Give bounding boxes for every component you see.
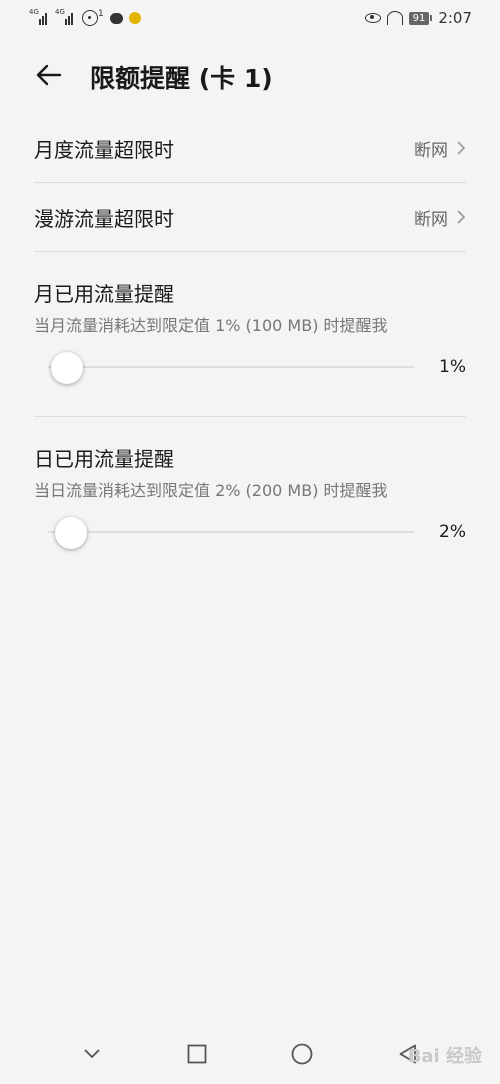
speed-gauge-icon	[386, 11, 403, 25]
app-header: 限额提醒 (卡 1)	[0, 52, 500, 100]
battery-tip	[430, 15, 433, 21]
watermark: Bai 经验	[407, 1046, 482, 1067]
hotspot-badge: 1	[98, 9, 104, 19]
hotspot-icon	[82, 10, 98, 26]
app-coin-icon	[128, 12, 141, 24]
setting-value-text: 断网	[414, 140, 448, 161]
chevron-right-icon	[457, 210, 466, 224]
daily-reminder-desc: 当日流量消耗达到限定值 2% (200 MB) 时提醒我	[34, 481, 388, 500]
eye-icon	[364, 13, 381, 23]
setting-value-text: 断网	[414, 209, 448, 230]
signal-1-icon: 4G	[29, 8, 50, 25]
chevron-right-icon	[457, 141, 466, 155]
status-bar: 4G 4G 1 91 2:07	[0, 0, 500, 36]
slider-thumb[interactable]	[54, 517, 87, 549]
daily-reminder-title: 日已用流量提醒	[34, 447, 174, 471]
monthly-reminder-slider[interactable]	[48, 350, 414, 384]
divider	[34, 251, 466, 252]
status-right: 91 2:07	[364, 9, 472, 27]
setting-label: 月度流量超限时	[34, 137, 174, 162]
back-arrow-icon[interactable]	[34, 60, 64, 90]
setting-monthly-limit[interactable]: 月度流量超限时 断网	[34, 114, 466, 182]
clock: 2:07	[438, 9, 472, 27]
slider-thumb[interactable]	[51, 352, 84, 384]
daily-reminder-percent: 2%	[439, 522, 466, 542]
chat-icon	[109, 12, 123, 24]
setting-value: 断网	[414, 136, 466, 161]
daily-reminder-slider[interactable]	[48, 515, 414, 549]
monthly-reminder-title: 月已用流量提醒	[34, 282, 174, 306]
monthly-reminder-desc: 当月流量消耗达到限定值 1% (100 MB) 时提醒我	[34, 316, 388, 335]
battery-icon: 91	[408, 11, 430, 25]
setting-label: 漫游流量超限时	[34, 206, 174, 231]
setting-roaming-limit[interactable]: 漫游流量超限时 断网	[34, 183, 466, 251]
nav-recents-icon[interactable]	[186, 1043, 208, 1065]
monthly-reminder-percent: 1%	[439, 357, 466, 377]
setting-value: 断网	[414, 205, 466, 230]
nav-home-icon[interactable]	[290, 1042, 314, 1066]
status-left: 4G 4G 1	[29, 8, 141, 26]
divider	[34, 416, 466, 417]
page-title: 限额提醒 (卡 1)	[90, 64, 273, 93]
nav-down-icon[interactable]	[81, 1047, 103, 1061]
slider-track	[48, 366, 414, 368]
slider-track	[48, 531, 414, 533]
signal-2-icon: 4G	[55, 8, 76, 25]
